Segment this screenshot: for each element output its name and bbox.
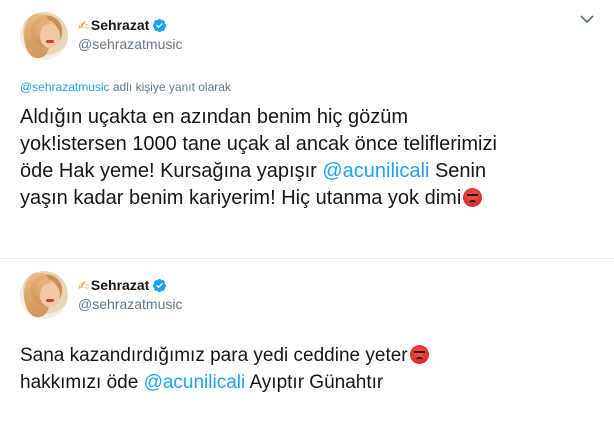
tweet-text-line: Sana kazandırdığımız para yedi ceddine y… (20, 342, 580, 369)
tweet-text-line: öde Hak yeme! Kursağına yapışır @acunili… (20, 158, 600, 185)
verified-badge-icon (153, 278, 167, 292)
writing-hand-icon: ✍ (78, 17, 89, 33)
tweet-text-line: yaşın kadar benim kariyerim! Hiç utanma … (20, 185, 600, 212)
mention-link[interactable]: @acunilicali (322, 160, 429, 182)
tweet-text-segment: hakkımızı öde (20, 372, 144, 393)
display-name[interactable]: Sehrazat (91, 17, 149, 33)
tweet-main: ✍ Sehrazat @sehrazatmusic @sehrazatmusic… (0, 0, 614, 258)
angry-face-emoji (463, 188, 483, 207)
avatar[interactable] (20, 271, 68, 319)
tweet-text-line: Aldığın uçakta en azından benim hiç gözü… (20, 106, 409, 128)
writing-hand-icon: ✍ (78, 277, 89, 293)
author-block: ✍ Sehrazat @sehrazatmusic (78, 16, 182, 52)
tweet-text-line: hakkımızı öde @acunilicali Ayıptır Günah… (20, 369, 580, 396)
tweet-text-segment: Ayıptır Günahtır (245, 372, 384, 393)
verified-badge-icon (153, 18, 167, 32)
tweet-text: Sana kazandırdığımız para yedi ceddine y… (20, 342, 580, 396)
angry-face-emoji (409, 345, 429, 364)
tweet-text-segment: yaşın kadar benim kariyerim! Hiç utanma … (20, 187, 462, 209)
tweet-text-segment: Senin (429, 160, 487, 182)
reply-context: @sehrazatmusic adlı kişiye yanıt olarak (20, 80, 231, 94)
tweet-text: Aldığın uçakta en azından benim hiç gözü… (20, 104, 600, 212)
tweet-reply: ✍ Sehrazat @sehrazatmusic Sana kazandırd… (0, 258, 614, 429)
tweet-text-segment: Sana kazandırdığımız para yedi ceddine y… (20, 345, 408, 366)
reply-mention-link[interactable]: @sehrazatmusic (20, 80, 110, 94)
avatar[interactable] (20, 12, 68, 60)
display-name[interactable]: Sehrazat (91, 277, 149, 293)
tweet-text-segment: öde Hak yeme! Kursağına yapışır (20, 160, 323, 182)
chevron-down-icon[interactable] (580, 14, 594, 24)
user-handle[interactable]: @sehrazatmusic (78, 36, 182, 52)
author-block: ✍ Sehrazat @sehrazatmusic (78, 276, 182, 312)
tweet-text-line: yok!istersen 1000 tane uçak al ancak önc… (20, 133, 497, 155)
reply-context-label: adlı kişiye yanıt olarak (109, 80, 231, 94)
user-handle[interactable]: @sehrazatmusic (78, 296, 182, 312)
mention-link[interactable]: @acunilicali (144, 372, 246, 393)
